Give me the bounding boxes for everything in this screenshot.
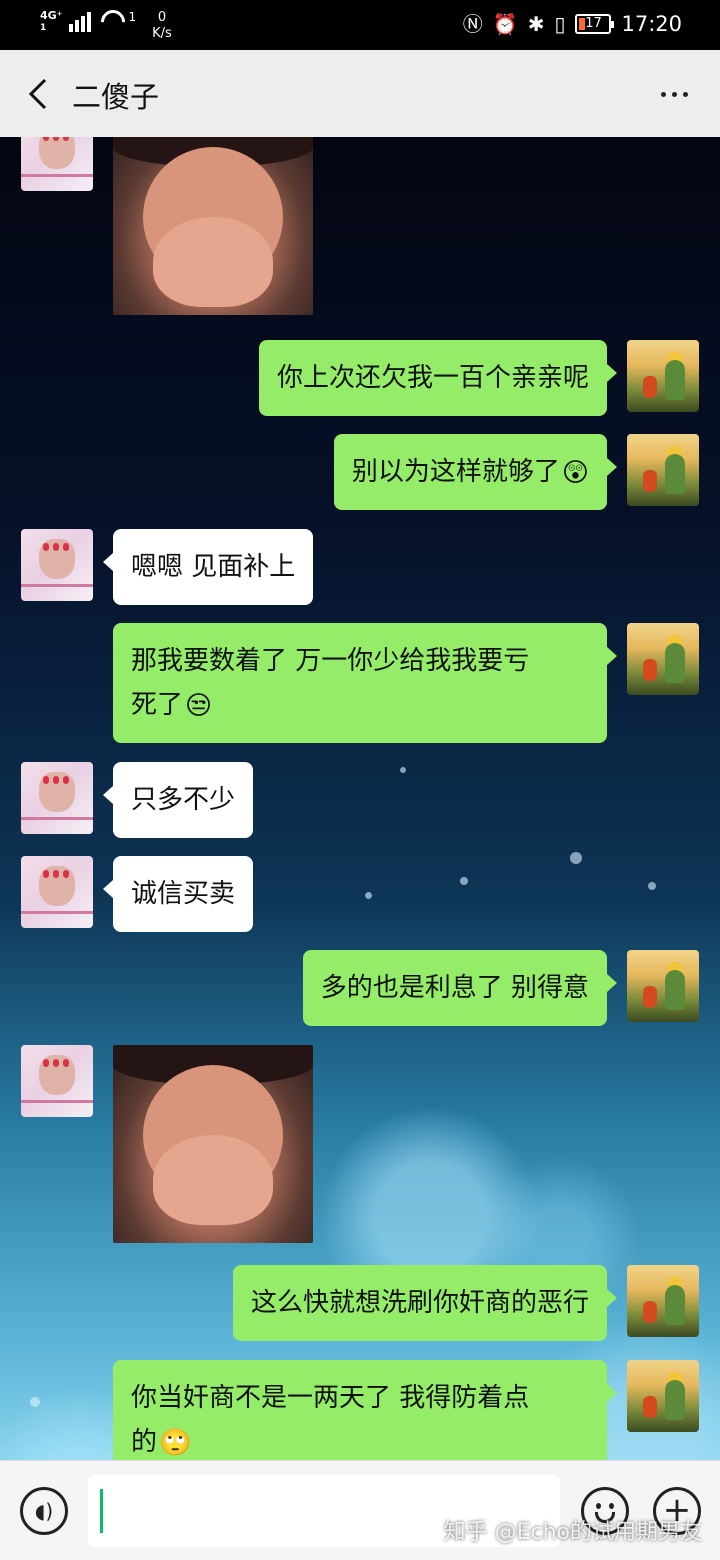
self-avatar[interactable] <box>627 950 699 1022</box>
back-button[interactable] <box>18 72 58 116</box>
self-avatar[interactable] <box>627 623 699 695</box>
message-text-line: 死了 <box>131 690 184 720</box>
message-text: 多的也是利息了 别得意 <box>320 973 589 1003</box>
message-text: 诚信买卖 <box>131 879 236 909</box>
contact-avatar[interactable] <box>21 856 93 928</box>
message-text: 你上次还欠我一百个亲亲呢 <box>276 363 589 393</box>
image-message[interactable] <box>113 137 313 315</box>
network-type-label: 4G⁺ <box>40 9 63 22</box>
status-right: Ⓝ ⏰ ✱ ▯ 17 17:20 <box>463 12 682 36</box>
bluetooth-icon: ✱ <box>527 12 545 36</box>
self-avatar[interactable] <box>627 1265 699 1337</box>
unamused-emoji-icon: 😒 <box>185 690 213 721</box>
sent-message[interactable]: 多的也是利息了 别得意 <box>302 950 618 1026</box>
wifi-count: 1 <box>128 10 137 24</box>
received-message[interactable]: 嗯嗯 见面补上 <box>102 529 314 605</box>
message-text: 这么快就想洗刷你奸商的恶行 <box>250 1288 589 1318</box>
status-bar: 4G⁺ 1 1 0 K/s Ⓝ ⏰ ✱ ▯ 17 17:20 <box>0 0 720 50</box>
battery-level: 17 <box>585 16 602 31</box>
bg-sparkle <box>570 852 582 864</box>
voice-button[interactable]: ◖) <box>20 1487 68 1535</box>
sent-message[interactable]: 那我要数着了 万一你少给我我要亏 死了😒 <box>113 623 617 743</box>
wifi-icon <box>95 5 130 39</box>
surprised-emoji-icon: 😲 <box>561 457 589 488</box>
alarm-icon: ⏰ <box>492 12 518 36</box>
voice-icon: ◖) <box>34 1499 54 1523</box>
bg-sparkle <box>648 882 656 890</box>
message-text: 只多不少 <box>131 785 236 815</box>
clock: 17:20 <box>621 12 682 36</box>
emoji-icon <box>596 1503 601 1509</box>
bg-sparkle <box>365 892 372 899</box>
chat-area[interactable]: 你上次还欠我一百个亲亲呢 别以为这样就够了😲 嗯嗯 见面补上 那我要数着了 万一… <box>0 137 720 1460</box>
message-text: 别以为这样就够了 <box>351 457 560 487</box>
sent-message[interactable]: 别以为这样就够了😲 <box>333 434 618 510</box>
status-left: 4G⁺ 1 1 0 K/s <box>40 5 172 42</box>
more-dots-icon <box>660 91 666 97</box>
self-avatar[interactable] <box>627 1360 699 1432</box>
network-type: 4G⁺ 1 <box>40 10 63 34</box>
sim-count-label: 1 <box>40 23 47 33</box>
contact-avatar[interactable] <box>21 762 93 834</box>
signal-icon <box>68 10 91 32</box>
nfc-icon: Ⓝ <box>462 12 483 36</box>
chat-title: 二傻子 <box>72 80 160 114</box>
battery-icon: 17 <box>575 14 615 34</box>
image-message[interactable] <box>113 1045 313 1243</box>
more-button[interactable] <box>652 76 696 112</box>
contact-avatar[interactable] <box>21 1045 93 1117</box>
text-caret <box>100 1489 103 1533</box>
self-avatar[interactable] <box>627 340 699 412</box>
chat-header: 二傻子 <box>0 50 720 137</box>
message-text-line: 你当奸商不是一两天了 我得防着点 <box>131 1383 530 1413</box>
speed-unit: K/s <box>152 26 172 41</box>
eye-roll-emoji-icon: 🙄 <box>159 1427 192 1458</box>
sent-message[interactable]: 你当奸商不是一两天了 我得防着点 的🙄 <box>113 1360 617 1460</box>
network-speed: 0 K/s <box>152 10 172 42</box>
chevron-left-icon <box>28 78 47 110</box>
watermark: 知乎 @Echo的试用期男友 <box>443 1520 702 1545</box>
contact-avatar[interactable] <box>21 529 93 601</box>
sent-message[interactable]: 你上次还欠我一百个亲亲呢 <box>258 340 618 416</box>
vibrate-icon: ▯ <box>554 12 566 36</box>
sent-message[interactable]: 这么快就想洗刷你奸商的恶行 <box>232 1265 618 1341</box>
bg-sparkle <box>400 767 406 773</box>
received-message[interactable]: 诚信买卖 <box>102 856 254 932</box>
bg-sparkle <box>460 877 468 885</box>
contact-avatar[interactable] <box>21 137 93 191</box>
speed-value: 0 <box>157 10 167 25</box>
bg-sparkle <box>30 1397 40 1407</box>
message-text-line: 那我要数着了 万一你少给我我要亏 <box>131 646 530 676</box>
received-message[interactable]: 只多不少 <box>102 762 254 838</box>
message-text: 嗯嗯 见面补上 <box>131 552 296 582</box>
self-avatar[interactable] <box>627 434 699 506</box>
message-text-line: 的 <box>131 1427 158 1457</box>
